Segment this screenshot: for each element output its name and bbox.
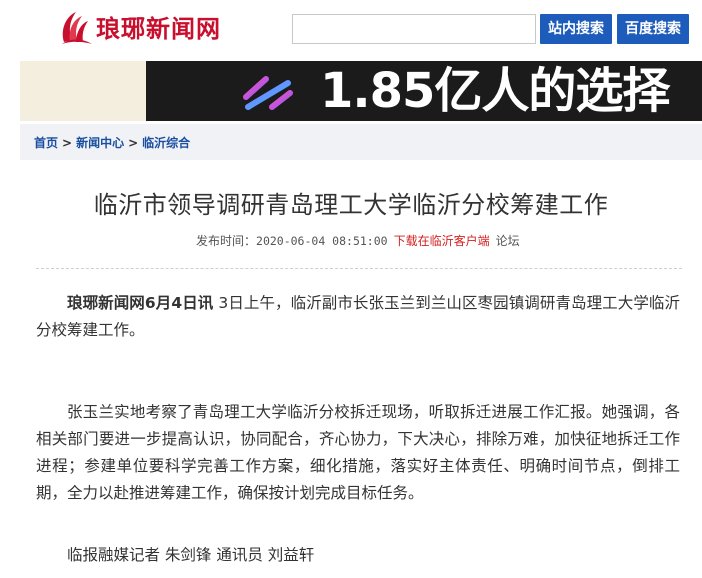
forum-link[interactable]: 论坛 [496, 234, 520, 248]
divider [36, 268, 682, 269]
article-meta: 发布时间：2020-06-04 08:51:00 下载在临沂客户端 论坛 [196, 232, 520, 249]
article-title: 临沂市领导调研青岛理工大学临沂分校筹建工作 [93, 191, 609, 219]
article-paragraph: 琅琊新闻网6月4日讯 3日上午，临沂副市长张玉兰到兰山区枣园镇调研青岛理工大学临… [36, 290, 680, 344]
article-byline: 临报融媒记者 朱剑锋 通讯员 刘益轩 [67, 546, 315, 564]
site-header: 琅琊新闻网 站内搜索 百度搜索 [0, 0, 702, 60]
article-paragraph: 张玉兰实地考察了青岛理工大学临沂分校拆迁现场，听取拆迁进展工作汇报。她强调，各相… [36, 403, 680, 502]
logo-text: 琅琊新闻网 [96, 13, 221, 43]
breadcrumb-news-center[interactable]: 新闻中心 [76, 124, 124, 162]
site-logo[interactable]: 琅琊新闻网 [58, 8, 221, 44]
published-label: 发布时间： [196, 234, 257, 248]
published-time: 2020-06-04 08:51:00 [256, 234, 388, 248]
search-input[interactable] [292, 14, 536, 44]
breadcrumb-linyi-general[interactable]: 临沂综合 [142, 124, 190, 162]
banner-stripes-icon [243, 76, 293, 110]
breadcrumb: 首页 > 新闻中心 > 临沂综合 [20, 124, 702, 160]
banner-headline: 1.85亿人的选择 [320, 63, 670, 119]
breadcrumb-home[interactable]: 首页 [34, 124, 58, 162]
baidu-search-button[interactable]: 百度搜索 [617, 14, 689, 44]
breadcrumb-separator: > [128, 136, 139, 150]
logo-swirl-icon [58, 8, 94, 44]
download-app-link[interactable]: 下载在临沂客户端 [394, 234, 490, 248]
breadcrumb-separator: > [62, 136, 73, 150]
article-source: 琅琊新闻网6月4日讯 [67, 294, 214, 312]
ad-banner[interactable]: 1.85亿人的选择 [20, 61, 702, 121]
site-search-button[interactable]: 站内搜索 [540, 14, 612, 44]
